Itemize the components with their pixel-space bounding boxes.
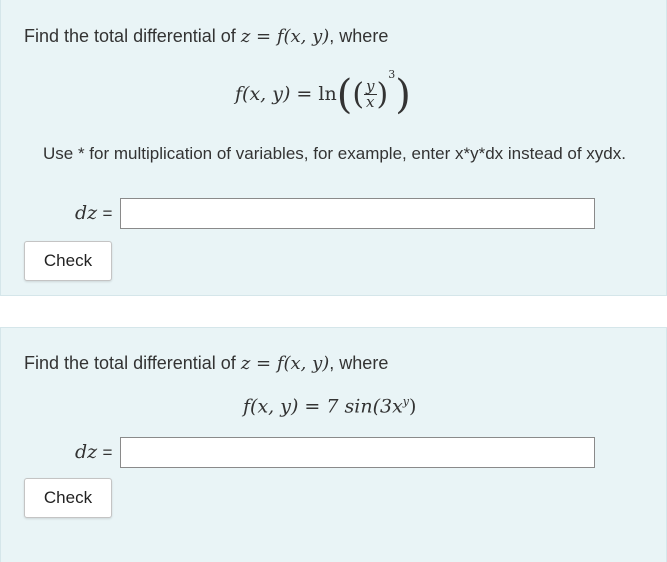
fraction: yx — [364, 78, 377, 112]
question-1-note: Use * for multiplication of variables, f… — [43, 144, 626, 163]
outer-left-paren: ( — [336, 71, 353, 118]
equals-sign: = — [102, 443, 113, 462]
question-2-answer-label: dz = — [75, 441, 112, 464]
question-1-prompt: Find the total differential of z = f(x, … — [24, 26, 388, 47]
question-1-card: Find the total differential of z = f(x, … — [0, 0, 667, 296]
question-1-prompt-suffix: , where — [329, 26, 389, 46]
formula-main: f(x, y) = 7 sin(3x — [243, 395, 403, 418]
fraction-denominator: x — [366, 93, 375, 112]
formula-close: ) — [409, 395, 417, 418]
question-1-answer-label: dz = — [75, 202, 112, 225]
dz-symbol: dz — [75, 441, 98, 463]
question-2-answer-input[interactable] — [120, 437, 595, 468]
outer-right-paren: ) — [395, 71, 411, 118]
question-1-answer-input[interactable] — [120, 198, 595, 229]
question-2-check-button[interactable]: Check — [24, 478, 112, 518]
question-2-card: Find the total differential of z = f(x, … — [0, 327, 667, 562]
inner-left-paren: ( — [352, 76, 365, 112]
equals-sign: = — [102, 204, 113, 223]
inner-right-paren: ) — [376, 76, 389, 112]
formula-ln: ln — [318, 83, 337, 105]
question-1-prompt-text: Find the total differential of — [24, 26, 241, 46]
question-1-prompt-math: z = f(x, y) — [240, 26, 330, 47]
dz-symbol: dz — [75, 202, 98, 224]
question-1-check-button[interactable]: Check — [24, 241, 112, 281]
question-2-prompt-text: Find the total differential of — [24, 353, 241, 373]
question-2-formula: f(x, y) = 7 sin(3xy) — [243, 395, 416, 418]
formula-lhs: f(x, y) = — [235, 83, 319, 105]
question-2-prompt: Find the total differential of z = f(x, … — [24, 353, 388, 374]
question-1-formula: f(x, y) = ln((y x)3) — [235, 68, 411, 115]
exponent: 3 — [388, 68, 396, 81]
question-2-prompt-math: z = f(x, y) — [240, 353, 330, 374]
question-2-prompt-suffix: , where — [329, 353, 389, 373]
